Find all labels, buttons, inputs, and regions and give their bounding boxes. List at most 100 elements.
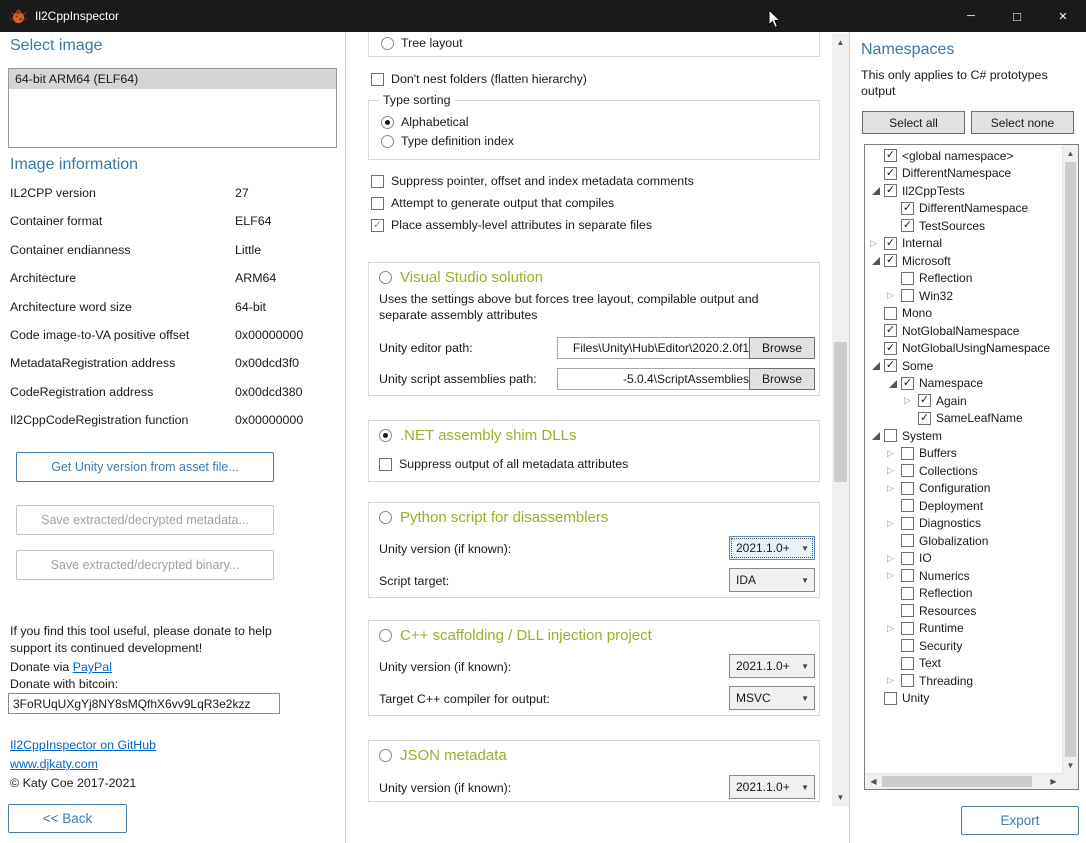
tree-item-differentnamespace[interactable]: ✓DifferentNamespace [866,165,1061,183]
tree-item-some[interactable]: ✓Some [866,357,1061,375]
tree-item-diagnostics[interactable]: ▷Diagnostics [866,515,1061,533]
vs-solution-radio[interactable] [379,271,392,284]
expanded-expander-icon[interactable] [870,252,884,270]
tree-item-unity[interactable]: Unity [866,690,1061,708]
namespace-checkbox[interactable] [901,447,914,460]
namespace-checkbox[interactable] [901,604,914,617]
namespace-checkbox[interactable]: ✓ [884,254,897,267]
tree-item-reflection[interactable]: Reflection [866,270,1061,288]
unity-editor-path-input[interactable]: Files\Unity\Hub\Editor\2020.2.0f1 [557,337,753,359]
expanded-expander-icon[interactable] [887,375,901,393]
option-checkbox-row[interactable]: Suppress pointer, offset and index metad… [371,174,694,188]
tree-item-il2cpptests[interactable]: ✓Il2CppTests [866,182,1061,200]
tree-item-microsoft[interactable]: ✓Microsoft [866,252,1061,270]
select-none-button[interactable]: Select none [971,111,1074,134]
namespace-checkbox[interactable] [884,692,897,705]
namespace-checkbox[interactable] [884,307,897,320]
scroll-up-icon[interactable]: ▲ [832,34,849,51]
namespace-checkbox[interactable] [901,272,914,285]
expanded-expander-icon[interactable] [870,427,884,445]
image-list-item[interactable]: 64-bit ARM64 (ELF64) [9,69,336,89]
image-listbox[interactable]: 64-bit ARM64 (ELF64) [8,68,337,148]
tree-layout-radio-row[interactable]: Tree layout [381,36,463,50]
website-link[interactable]: www.djkaty.com [10,757,98,771]
titlebar[interactable]: Il2CppInspector ─ □ ✕ [0,0,1086,32]
collapsed-expander-icon[interactable]: ▷ [887,445,901,463]
sort-alphabetical-radio[interactable] [381,116,394,129]
namespace-checkbox[interactable]: ✓ [884,149,897,162]
namespace-checkbox[interactable] [901,499,914,512]
paypal-link[interactable]: PayPal [73,660,112,674]
flatten-hierarchy-row[interactable]: Don't nest folders (flatten hierarchy) [371,72,587,86]
script-target-combobox[interactable]: IDA ▼ [729,568,815,592]
namespace-checkbox[interactable] [901,657,914,670]
namespace-checkbox[interactable]: ✓ [901,202,914,215]
collapsed-expander-icon[interactable]: ▷ [887,462,901,480]
vs-solution-header[interactable]: Visual Studio solution [379,269,543,286]
minimize-button[interactable]: ─ [948,0,994,32]
collapsed-expander-icon[interactable]: ▷ [887,550,901,568]
tree-item-reflection[interactable]: Reflection [866,585,1061,603]
github-link[interactable]: Il2CppInspector on GitHub [10,738,156,752]
browse-editor-path-button[interactable]: Browse [749,337,815,359]
namespace-checkbox[interactable]: ✓ [884,324,897,337]
cpp-project-header[interactable]: C++ scaffolding / DLL injection project [379,627,652,644]
tree-item-differentnamespace[interactable]: ✓DifferentNamespace [866,200,1061,218]
namespace-checkbox[interactable]: ✓ [901,219,914,232]
tree-item-global-namespace[interactable]: ✓<global namespace> [866,147,1061,165]
namespace-checkbox[interactable]: ✓ [884,184,897,197]
tree-item-deployment[interactable]: Deployment [866,497,1061,515]
tree-item-collections[interactable]: ▷Collections [866,462,1061,480]
tree-item-sameleafname[interactable]: ✓SameLeafName [866,410,1061,428]
collapsed-expander-icon[interactable]: ▷ [870,235,884,253]
option-checkbox[interactable] [371,175,384,188]
scroll-down-icon[interactable]: ▼ [1063,757,1078,774]
collapsed-expander-icon[interactable]: ▷ [904,392,918,410]
collapsed-expander-icon[interactable]: ▷ [887,672,901,690]
collapsed-expander-icon[interactable]: ▷ [887,480,901,498]
export-button[interactable]: Export [961,806,1079,835]
scroll-left-icon[interactable]: ◀ [865,774,882,789]
tree-item-again[interactable]: ▷✓Again [866,392,1061,410]
scrollbar-thumb[interactable] [834,342,847,482]
tree-item-globalization[interactable]: Globalization [866,532,1061,550]
scroll-down-icon[interactable]: ▼ [832,789,849,806]
tree-item-mono[interactable]: Mono [866,305,1061,323]
option-checkbox-row[interactable]: ✓Place assembly-level attributes in sepa… [371,218,694,232]
tree-item-system[interactable]: System [866,427,1061,445]
namespace-checkbox[interactable] [901,587,914,600]
shim-dlls-header[interactable]: .NET assembly shim DLLs [379,427,576,444]
namespace-checkbox[interactable] [901,674,914,687]
sort-typedef-index-row[interactable]: Type definition index [381,134,514,148]
python-script-header[interactable]: Python script for disassemblers [379,509,608,526]
namespace-checkbox[interactable]: ✓ [918,394,931,407]
json-metadata-radio[interactable] [379,749,392,762]
namespace-checkbox[interactable]: ✓ [901,377,914,390]
python-script-radio[interactable] [379,511,392,524]
namespace-checkbox[interactable]: ✓ [884,342,897,355]
namespace-checkbox[interactable] [901,552,914,565]
select-all-button[interactable]: Select all [862,111,965,134]
expanded-expander-icon[interactable] [870,182,884,200]
scroll-right-icon[interactable]: ▶ [1045,774,1062,789]
option-checkbox-row[interactable]: Attempt to generate output that compiles [371,196,694,210]
script-assemblies-path-input[interactable]: -5.0.4\ScriptAssemblies [557,368,753,390]
json-metadata-header[interactable]: JSON metadata [379,747,507,764]
tree-item-configuration[interactable]: ▷Configuration [866,480,1061,498]
shim-dlls-radio[interactable] [379,429,392,442]
scroll-up-icon[interactable]: ▲ [1063,145,1078,162]
scrollbar-thumb[interactable] [1065,162,1076,757]
collapsed-expander-icon[interactable]: ▷ [887,567,901,585]
tree-item-internal[interactable]: ▷✓Internal [866,235,1061,253]
tree-item-resources[interactable]: Resources [866,602,1061,620]
tree-layout-radio[interactable] [381,37,394,50]
expanded-expander-icon[interactable] [870,357,884,375]
namespace-checkbox[interactable] [901,482,914,495]
flatten-hierarchy-checkbox[interactable] [371,73,384,86]
tree-item-io[interactable]: ▷IO [866,550,1061,568]
json-unity-version-combobox[interactable]: 2021.1.0+ ▼ [729,775,815,799]
option-checkbox[interactable] [371,197,384,210]
maximize-button[interactable]: □ [994,0,1040,32]
cpp-compiler-combobox[interactable]: MSVC ▼ [729,686,815,710]
tree-item-testsources[interactable]: ✓TestSources [866,217,1061,235]
